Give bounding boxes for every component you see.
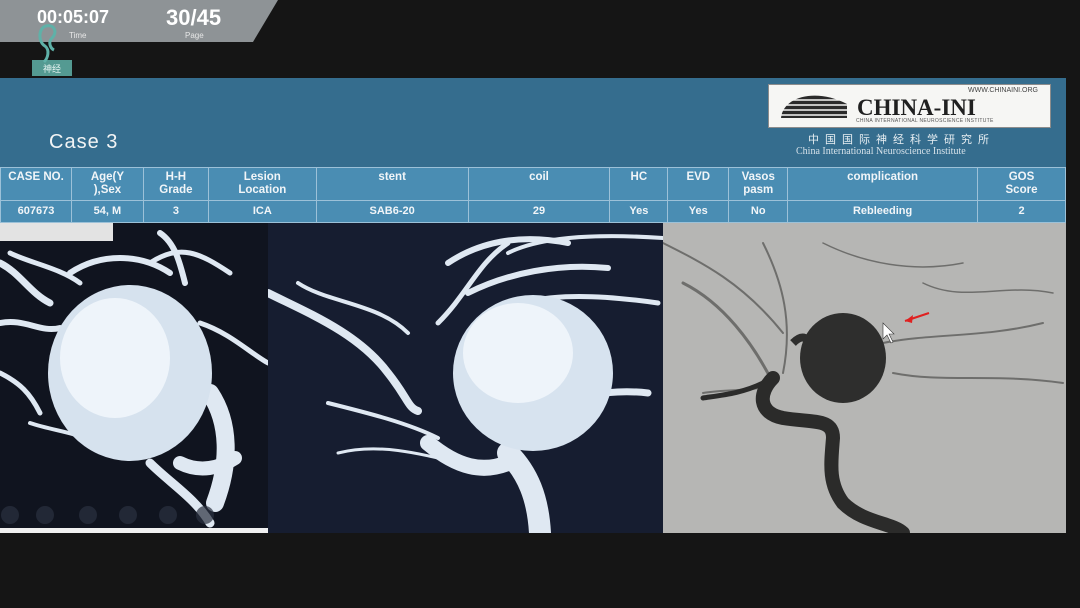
- cell-hc: Yes: [609, 200, 669, 223]
- header-age-sex: Age(Y),Sex: [70, 167, 144, 201]
- case-table: CASE NO. Age(Y),Sex H-H Grade Lesion Locat…: [0, 167, 1066, 223]
- cell-vasospasm: No: [728, 200, 789, 223]
- brand-subtitle: CHINA INTERNATIONAL NEUROSCIENCE INSTITU…: [856, 118, 994, 124]
- brand-chinese-name: 中国国际神经科学研究所: [808, 134, 995, 146]
- header-vasospasm: Vasos pasm: [728, 167, 789, 201]
- header-evd: EVD: [667, 167, 730, 201]
- cell-case-no: 607673: [0, 200, 72, 223]
- header-coil: coil: [467, 167, 611, 201]
- cell-hh-grade: 3: [142, 200, 209, 223]
- table-row: 607673 54, M 3 ICA SAB6-20 29 Yes Yes No…: [0, 200, 1066, 223]
- header-complication: complication: [787, 167, 979, 201]
- institute-logo-icon: 神经: [32, 24, 72, 76]
- header-case-no: CASE NO.: [0, 167, 72, 201]
- slide-header: Case 3 WWW.CHINAINI.ORG CHINA-INI CHINA …: [0, 78, 1066, 168]
- svg-text:神经: 神经: [43, 63, 61, 75]
- slide-title: Case 3: [49, 131, 119, 153]
- cell-evd: Yes: [667, 200, 730, 223]
- angiography-3d-middle-image: [268, 223, 663, 533]
- header-hh-grade: H-H Grade: [142, 167, 209, 201]
- header-gos-score: GOS Score: [977, 167, 1066, 201]
- header-stent: stent: [315, 167, 469, 201]
- header-lesion-location: Lesion Location: [207, 167, 317, 201]
- cell-complication: Rebleeding: [787, 200, 979, 223]
- cell-gos-score: 2: [977, 200, 1066, 223]
- cell-coil: 29: [467, 200, 611, 223]
- brand-english-name: China International Neuroscience Institu…: [796, 146, 966, 157]
- angiography-3d-left-image: [0, 223, 268, 533]
- cell-age-sex: 54, M: [70, 200, 144, 223]
- cell-stent: SAB6-20: [315, 200, 469, 223]
- table-header-row: CASE NO. Age(Y),Sex H-H Grade Lesion Locat…: [0, 167, 1066, 201]
- brain-logo-icon: [781, 95, 847, 118]
- page-counter: 30/45: [166, 5, 222, 30]
- cell-lesion-location: ICA: [207, 200, 317, 223]
- brand-banner: WWW.CHINAINI.ORG CHINA-INI CHINA INTERNA…: [768, 84, 1051, 128]
- page-label: Page: [185, 31, 204, 40]
- header-hc: HC: [609, 167, 669, 201]
- dsa-angiogram-image: [663, 223, 1066, 533]
- brand-url: WWW.CHINAINI.ORG: [968, 87, 1038, 94]
